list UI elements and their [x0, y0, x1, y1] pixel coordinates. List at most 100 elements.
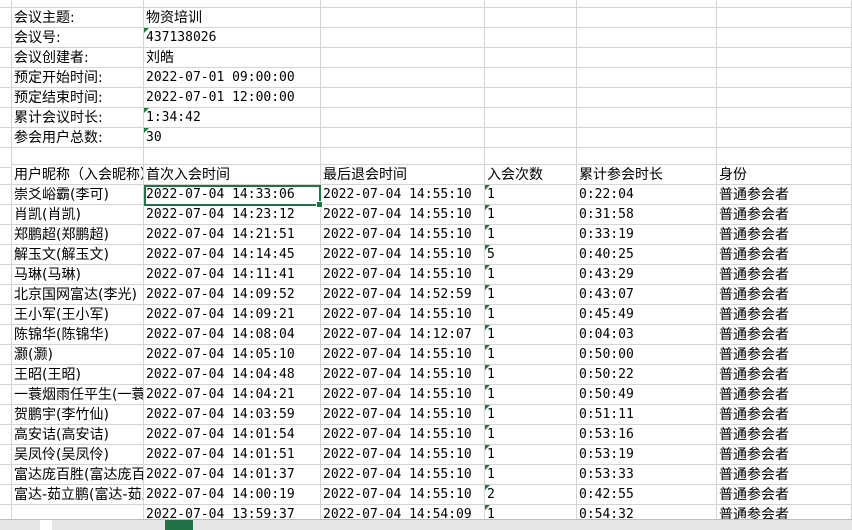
table-cell-join-count[interactable]: 2 — [485, 485, 577, 505]
empty-cell[interactable] — [0, 405, 12, 425]
table-cell-join-count[interactable]: 1 — [485, 225, 577, 245]
empty-cell[interactable] — [0, 108, 12, 128]
meta-topic-value[interactable]: 物资培训 — [144, 8, 321, 28]
table-cell-nickname[interactable]: 崇爻峪霸(李可) — [12, 185, 144, 205]
table-cell-first-join[interactable]: 2022-07-04 14:05:10 — [144, 345, 321, 365]
empty-cell[interactable] — [577, 128, 717, 148]
empty-cell[interactable] — [717, 8, 852, 28]
empty-cell[interactable] — [717, 28, 852, 48]
table-cell-first-join[interactable]: 2022-07-04 14:04:48 — [144, 365, 321, 385]
empty-cell[interactable] — [485, 0, 577, 8]
table-cell-total-duration[interactable]: 0:22:04 — [577, 185, 717, 205]
empty-cell[interactable] — [12, 0, 144, 8]
table-cell-first-join[interactable]: 2022-07-04 14:14:45 — [144, 245, 321, 265]
empty-cell[interactable] — [0, 48, 12, 68]
meta-users-value[interactable]: 30 — [144, 128, 321, 148]
table-cell-last-leave[interactable]: 2022-07-04 14:55:10 — [321, 385, 485, 405]
empty-cell[interactable] — [321, 8, 485, 28]
table-cell-role[interactable]: 普通参会者 — [717, 265, 852, 285]
empty-cell[interactable] — [717, 68, 852, 88]
empty-cell[interactable] — [577, 8, 717, 28]
meta-id-value[interactable]: 437138026 — [144, 28, 321, 48]
empty-cell[interactable] — [717, 108, 852, 128]
table-cell-role[interactable]: 普通参会者 — [717, 445, 852, 465]
empty-cell[interactable] — [485, 8, 577, 28]
empty-cell[interactable] — [0, 205, 12, 225]
empty-cell[interactable] — [0, 28, 12, 48]
table-cell-total-duration[interactable]: 0:04:03 — [577, 325, 717, 345]
empty-cell[interactable] — [0, 465, 12, 485]
meta-creator-label[interactable]: 会议创建者: — [12, 48, 144, 68]
table-cell-first-join[interactable]: 2022-07-04 14:00:19 — [144, 485, 321, 505]
table-cell-role[interactable]: 普通参会者 — [717, 185, 852, 205]
meta-duration-value[interactable]: 1:34:42 — [144, 108, 321, 128]
empty-cell[interactable] — [0, 165, 12, 185]
table-cell-total-duration[interactable]: 0:43:07 — [577, 285, 717, 305]
empty-cell[interactable] — [0, 345, 12, 365]
empty-cell[interactable] — [321, 148, 485, 165]
table-cell-nickname[interactable]: 肖凯(肖凯) — [12, 205, 144, 225]
header-first-join[interactable]: 首次入会时间 — [144, 165, 321, 185]
table-cell-first-join[interactable]: 2022-07-04 14:11:41 — [144, 265, 321, 285]
table-cell-first-join[interactable]: 2022-07-04 14:21:51 — [144, 225, 321, 245]
table-cell-role[interactable]: 普通参会者 — [717, 205, 852, 225]
empty-cell[interactable] — [485, 148, 577, 165]
table-cell-total-duration[interactable]: 0:53:19 — [577, 445, 717, 465]
table-cell-nickname[interactable]: 王昭(王昭) — [12, 365, 144, 385]
table-cell-total-duration[interactable]: 0:53:16 — [577, 425, 717, 445]
meta-users-label[interactable]: 参会用户总数: — [12, 128, 144, 148]
empty-cell[interactable] — [321, 88, 485, 108]
empty-cell[interactable] — [717, 128, 852, 148]
table-cell-role[interactable]: 普通参会者 — [717, 325, 852, 345]
table-cell-nickname[interactable]: 郑鹏超(郑鹏超) — [12, 225, 144, 245]
empty-cell[interactable] — [144, 148, 321, 165]
table-cell-last-leave[interactable]: 2022-07-04 14:52:59 — [321, 285, 485, 305]
empty-cell[interactable] — [485, 48, 577, 68]
header-nickname[interactable]: 用户昵称（入会昵称） — [12, 165, 144, 185]
empty-cell[interactable] — [0, 305, 12, 325]
empty-cell[interactable] — [0, 245, 12, 265]
sheet-tab-bar[interactable] — [0, 519, 852, 530]
table-cell-role[interactable]: 普通参会者 — [717, 425, 852, 445]
table-cell-total-duration[interactable]: 0:45:49 — [577, 305, 717, 325]
meta-topic-label[interactable]: 会议主题: — [12, 8, 144, 28]
empty-cell[interactable] — [321, 108, 485, 128]
table-cell-first-join[interactable]: 2022-07-04 14:03:59 — [144, 405, 321, 425]
table-cell-join-count[interactable]: 1 — [485, 445, 577, 465]
header-last-leave[interactable]: 最后退会时间 — [321, 165, 485, 185]
table-cell-nickname[interactable]: 马琳(马琳) — [12, 265, 144, 285]
table-cell-last-leave[interactable]: 2022-07-04 14:55:10 — [321, 245, 485, 265]
empty-cell[interactable] — [577, 88, 717, 108]
table-cell-last-leave[interactable]: 2022-07-04 14:55:10 — [321, 345, 485, 365]
table-cell-role[interactable]: 普通参会者 — [717, 225, 852, 245]
header-role[interactable]: 身份 — [717, 165, 852, 185]
empty-cell[interactable] — [485, 88, 577, 108]
table-cell-last-leave[interactable]: 2022-07-04 14:55:10 — [321, 205, 485, 225]
empty-cell[interactable] — [0, 185, 12, 205]
table-cell-nickname[interactable]: 陈锦华(陈锦华) — [12, 325, 144, 345]
table-cell-nickname[interactable]: 王小军(王小军) — [12, 305, 144, 325]
empty-cell[interactable] — [0, 8, 12, 28]
table-cell-total-duration[interactable]: 0:42:55 — [577, 485, 717, 505]
empty-cell[interactable] — [0, 365, 12, 385]
empty-cell[interactable] — [577, 148, 717, 165]
table-cell-first-join[interactable]: 2022-07-04 14:04:21 — [144, 385, 321, 405]
empty-cell[interactable] — [717, 88, 852, 108]
empty-cell[interactable] — [485, 108, 577, 128]
meta-duration-label[interactable]: 累计会议时长: — [12, 108, 144, 128]
table-cell-last-leave[interactable]: 2022-07-04 14:55:10 — [321, 185, 485, 205]
meta-start-value[interactable]: 2022-07-01 09:00:00 — [144, 68, 321, 88]
table-cell-last-leave[interactable]: 2022-07-04 14:55:10 — [321, 405, 485, 425]
table-cell-role[interactable]: 普通参会者 — [717, 405, 852, 425]
table-cell-role[interactable]: 普通参会者 — [717, 345, 852, 365]
meta-end-value[interactable]: 2022-07-01 12:00:00 — [144, 88, 321, 108]
empty-cell[interactable] — [0, 485, 12, 505]
empty-cell[interactable] — [0, 128, 12, 148]
empty-cell[interactable] — [717, 0, 852, 8]
header-total-duration[interactable]: 累计参会时长 — [577, 165, 717, 185]
table-cell-last-leave[interactable]: 2022-07-04 14:12:07 — [321, 325, 485, 345]
empty-cell[interactable] — [321, 128, 485, 148]
empty-cell[interactable] — [321, 0, 485, 8]
header-join-count[interactable]: 入会次数 — [485, 165, 577, 185]
table-cell-nickname[interactable]: 高安诘(高安诘) — [12, 425, 144, 445]
